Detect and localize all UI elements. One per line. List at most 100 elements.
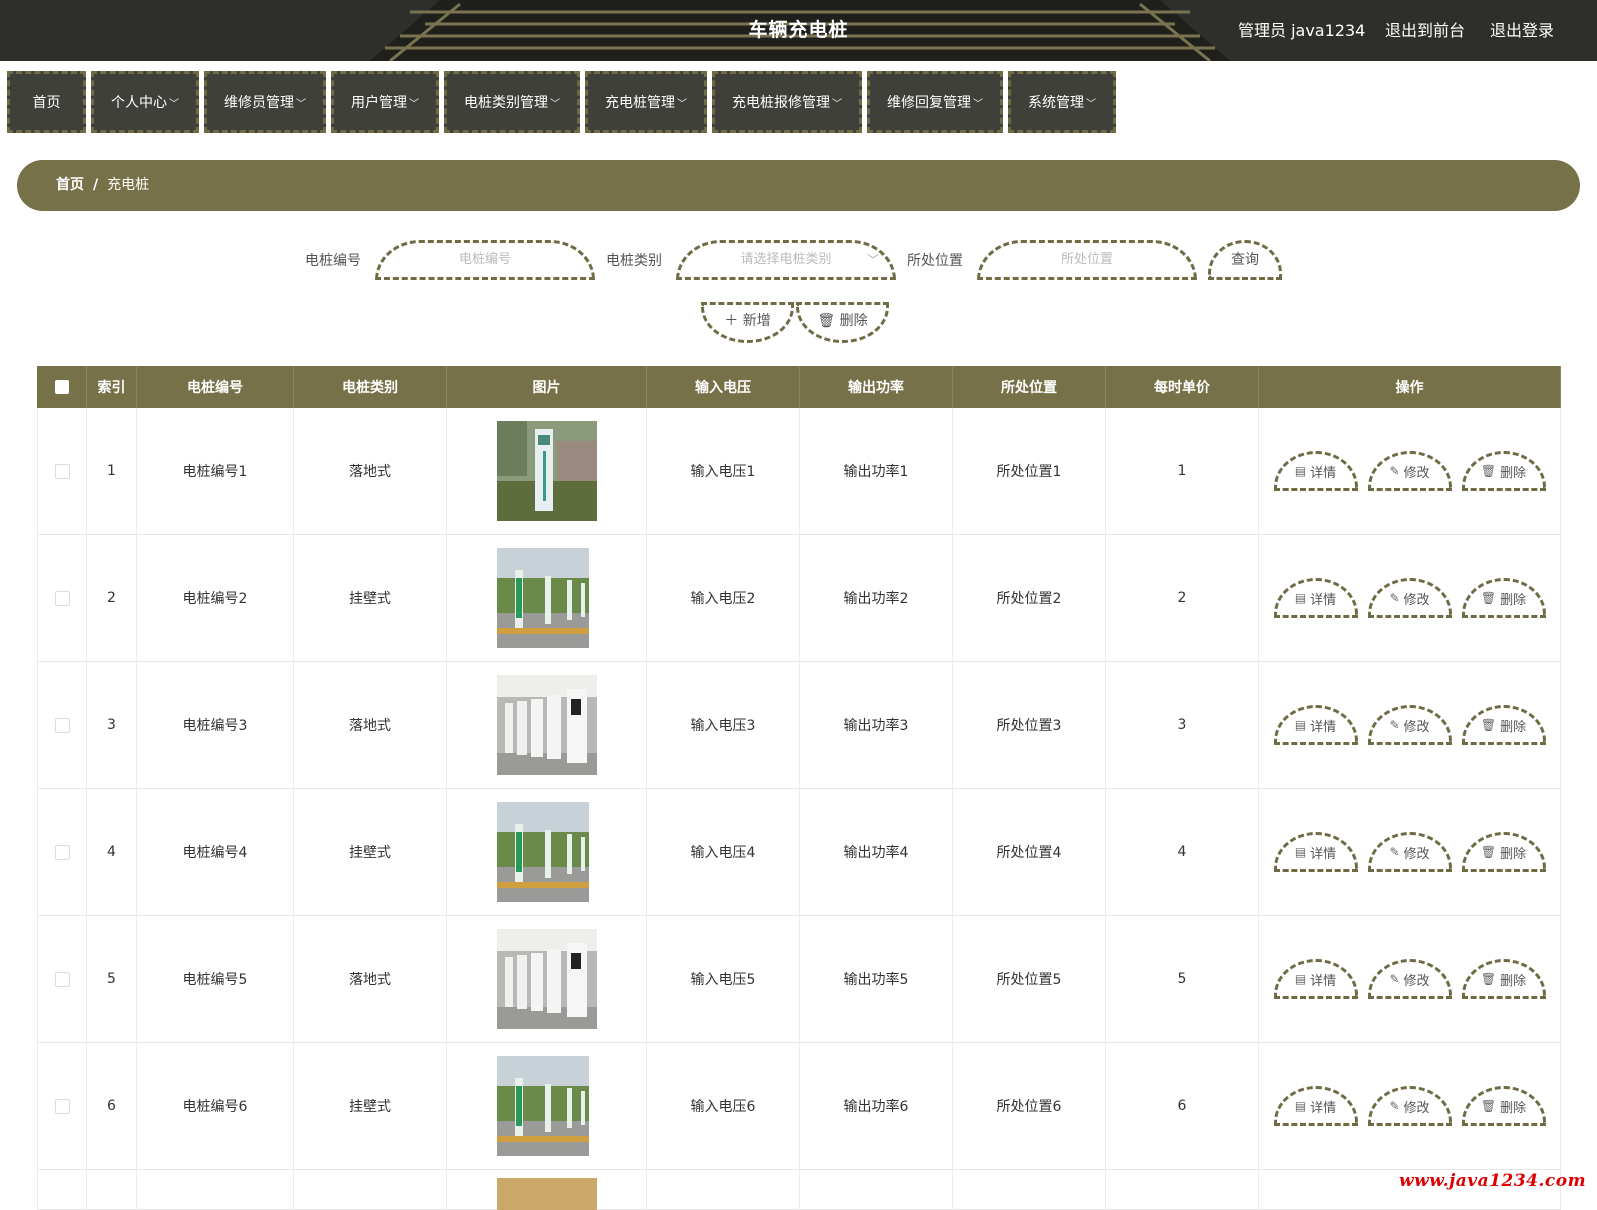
watermark: www.java1234.com (1399, 1171, 1587, 1191)
chevron-down-icon: ﹀ (973, 98, 983, 110)
edit-button[interactable]: ✎ 修改 (1367, 705, 1452, 745)
cell-price: 5 (1106, 916, 1259, 1042)
edit-button[interactable]: ✎ 修改 (1367, 1086, 1452, 1126)
row-checkbox[interactable] (54, 717, 70, 733)
edit-button[interactable]: ✎ 修改 (1367, 578, 1452, 618)
detail-button[interactable]: ▤ 详情 (1273, 959, 1358, 999)
breadcrumb: 首页 / 充电桩 (17, 160, 1580, 211)
cell-location: 所处位置3 (953, 662, 1106, 788)
cell-index: 4 (87, 789, 137, 915)
header-price: 每时单价 (1106, 366, 1259, 408)
row-select-cell (37, 1043, 87, 1169)
row-checkbox[interactable] (54, 1098, 70, 1114)
delete-button[interactable]: 🗑 删除 (1461, 451, 1546, 491)
cell-type (294, 1170, 447, 1209)
trash-icon: 🗑 (1480, 1099, 1497, 1113)
detail-button[interactable]: ▤ 详情 (1273, 578, 1358, 618)
detail-button[interactable]: ▤ 详情 (1273, 832, 1358, 872)
pile-photo[interactable] (496, 421, 597, 521)
cell-price (1106, 1170, 1259, 1209)
cell-index: 6 (87, 1043, 137, 1169)
delete-label: 删除 (1500, 846, 1527, 862)
pile-photo[interactable] (496, 675, 597, 775)
detail-button[interactable]: ▤ 详情 (1273, 451, 1358, 491)
select-all-checkbox[interactable] (54, 380, 69, 394)
batch-delete-button[interactable]: 🗑 删除 (796, 302, 889, 343)
cell-index: 1 (87, 408, 137, 534)
pile-photo[interactable] (496, 1056, 597, 1156)
delete-button[interactable]: 🗑 删除 (1461, 959, 1546, 999)
header-image: 图片 (447, 366, 647, 408)
cell-index (87, 1170, 137, 1209)
table-row: 5 电桩编号5 落地式 输入电压5 输出功率5 所处位置5 5 ▤ 详情 ✎ 修改 🗑 删除 (37, 916, 1561, 1043)
cell-location: 所处位置6 (953, 1043, 1106, 1169)
nav-item-repair-requests[interactable]: 充电桩报修管理 ﹀ (712, 71, 862, 133)
delete-button[interactable]: 🗑 删除 (1461, 1086, 1546, 1126)
edit-label: 修改 (1403, 719, 1430, 735)
main-nav: 首页 个人中心 ﹀ 维修员管理 ﹀ 用户管理 ﹀ 电桩类别管理 ﹀ 充电桩管理 ﹀ 充电桩… (7, 71, 1116, 133)
edit-button[interactable]: ✎ 修改 (1367, 451, 1452, 491)
pencil-icon: ✎ (1389, 464, 1400, 478)
table-row: 1 电桩编号1 落地式 输入电压1 输出功率1 所处位置1 1 ▤ 详情 ✎ 修改 🗑 删除 (37, 408, 1561, 535)
location-input[interactable]: 所处位置 (977, 240, 1197, 280)
document-icon: ▤ (1294, 845, 1307, 859)
table-row: 4 电桩编号4 挂壁式 输入电压4 输出功率4 所处位置4 4 ▤ 详情 ✎ 修改 🗑 删除 (37, 789, 1561, 916)
document-icon: ▤ (1294, 591, 1307, 605)
nav-item-users[interactable]: 用户管理 ﹀ (331, 71, 439, 133)
edit-label: 修改 (1403, 1100, 1430, 1116)
nav-item-repairman[interactable]: 维修员管理 ﹀ (204, 71, 326, 133)
header-code: 电桩编号 (137, 366, 294, 408)
cell-voltage: 输入电压4 (647, 789, 800, 915)
edit-button[interactable]: ✎ 修改 (1367, 959, 1452, 999)
nav-item-repair-replies[interactable]: 维修回复管理 ﹀ (867, 71, 1003, 133)
plus-icon: ＋ (724, 313, 739, 329)
cell-code (137, 1170, 294, 1209)
nav-item-piles[interactable]: 充电桩管理 ﹀ (585, 71, 707, 133)
row-checkbox[interactable] (54, 971, 70, 987)
row-select-cell (37, 535, 87, 661)
trash-icon: 🗑 (1480, 972, 1497, 986)
row-checkbox[interactable] (54, 463, 70, 479)
add-button[interactable]: ＋ 新增 (701, 302, 794, 343)
query-button[interactable]: 查询 (1208, 240, 1282, 280)
pile-photo[interactable] (496, 548, 597, 648)
delete-button[interactable]: 🗑 删除 (1461, 832, 1546, 872)
pile-type-select[interactable]: 请选择电桩类别 ﹀ (676, 240, 896, 280)
pencil-icon: ✎ (1389, 591, 1400, 605)
back-to-front-link[interactable]: 退出到前台 (1385, 0, 1465, 61)
delete-button[interactable]: 🗑 删除 (1461, 578, 1546, 618)
nav-item-system[interactable]: 系统管理 ﹀ (1008, 71, 1116, 133)
detail-button[interactable]: ▤ 详情 (1273, 1086, 1358, 1126)
row-checkbox[interactable] (54, 590, 70, 606)
row-checkbox[interactable] (54, 844, 70, 860)
nav-item-pile-types[interactable]: 电桩类别管理 ﹀ (444, 71, 580, 133)
cell-actions: ▤ 详情 ✎ 修改 🗑 删除 (1259, 789, 1561, 915)
pile-photo[interactable] (496, 1178, 597, 1210)
batch-delete-label: 删除 (839, 313, 868, 329)
breadcrumb-home[interactable]: 首页 (56, 177, 84, 193)
cell-location (953, 1170, 1106, 1209)
cell-code: 电桩编号4 (137, 789, 294, 915)
trash-icon: 🗑 (1480, 718, 1497, 732)
nav-item-home[interactable]: 首页 (7, 71, 86, 133)
nav-item-personal-center[interactable]: 个人中心 ﹀ (91, 71, 199, 133)
table-row: 6 电桩编号6 挂壁式 输入电压6 输出功率6 所处位置6 6 ▤ 详情 ✎ 修改 🗑 删除 (37, 1043, 1561, 1170)
pile-code-input[interactable]: 电桩编号 (375, 240, 595, 280)
cell-actions: ▤ 详情 ✎ 修改 🗑 删除 (1259, 408, 1561, 534)
cell-image (447, 408, 647, 534)
delete-button[interactable]: 🗑 删除 (1461, 705, 1546, 745)
cell-type: 落地式 (294, 916, 447, 1042)
cell-type: 挂壁式 (294, 535, 447, 661)
breadcrumb-separator: / (93, 177, 99, 193)
detail-button[interactable]: ▤ 详情 (1273, 705, 1358, 745)
cell-location: 所处位置5 (953, 916, 1106, 1042)
edit-button[interactable]: ✎ 修改 (1367, 832, 1452, 872)
row-select-cell (37, 408, 87, 534)
logout-link[interactable]: 退出登录 (1490, 0, 1554, 61)
pile-photo[interactable] (496, 802, 597, 902)
select-all-cell (37, 366, 87, 408)
pile-photo[interactable] (496, 929, 597, 1029)
cell-power: 输出功率1 (800, 408, 953, 534)
cell-code: 电桩编号5 (137, 916, 294, 1042)
edit-label: 修改 (1403, 846, 1430, 862)
